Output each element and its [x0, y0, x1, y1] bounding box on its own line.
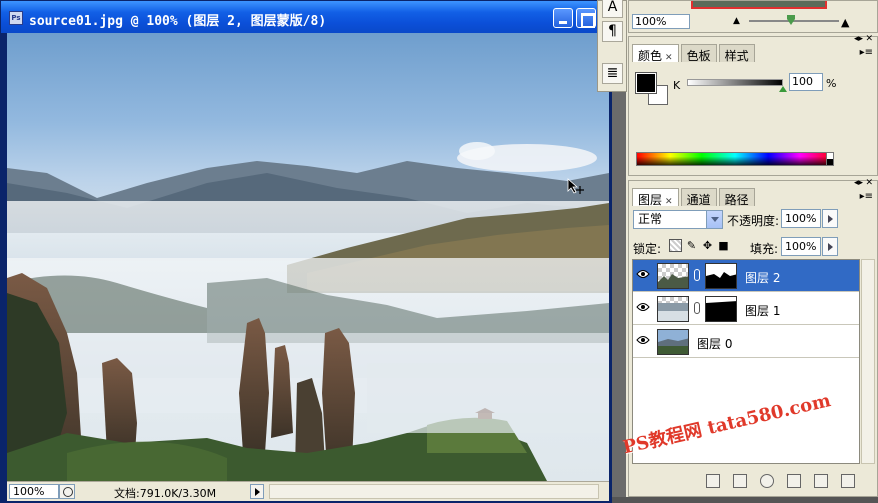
character-panel-button[interactable]: A — [602, 0, 623, 18]
maximize-button[interactable] — [576, 8, 596, 28]
horizontal-scrollbar[interactable] — [269, 484, 599, 499]
landscape-image — [7, 142, 609, 481]
document-titlebar[interactable]: Ps source01.jpg @ 100% (图层 2, 图层蒙版/8) — [1, 1, 611, 33]
opacity-field[interactable]: 100% — [781, 209, 821, 228]
navigator-thumbnail[interactable] — [691, 1, 827, 9]
zoom-field[interactable]: 100% — [9, 484, 59, 499]
lock-position-move-icon[interactable]: ✥ — [701, 239, 714, 252]
move-cursor-icon — [567, 178, 584, 194]
collapse-icon[interactable]: ◂▸ — [854, 178, 863, 188]
photoshop-doc-icon: Ps — [9, 11, 23, 25]
black-white-swatch[interactable] — [826, 152, 834, 166]
navigator-panel: 100% ▲ ▲ — [628, 0, 878, 33]
panel-menu-icon[interactable]: ▸≡ — [860, 47, 873, 58]
tab-styles[interactable]: 样式 — [718, 44, 755, 63]
tab-close-icon[interactable]: ✕ — [665, 53, 673, 63]
layer-name: 图层 1 — [745, 304, 781, 318]
layer-thumbnail[interactable] — [657, 296, 689, 322]
zoom-in-icon[interactable]: ▲ — [841, 16, 849, 29]
lock-transparency-icon[interactable] — [669, 239, 682, 252]
new-group-icon[interactable] — [787, 474, 801, 488]
adjustment-layer-icon[interactable] — [760, 474, 774, 488]
layers-footer-toolbar — [632, 470, 872, 494]
tab-swatches[interactable]: 色板 — [680, 44, 717, 63]
add-layer-mask-icon[interactable] — [733, 474, 747, 488]
status-menu-arrow-icon[interactable] — [250, 484, 264, 499]
close-icon[interactable]: ✕ — [865, 34, 873, 44]
tab-layers[interactable]: 图层 ✕ — [632, 188, 679, 207]
lock-all-icon[interactable]: ■ — [717, 239, 730, 252]
fill-field[interactable]: 100% — [781, 237, 821, 256]
visibility-eye-icon[interactable] — [636, 302, 650, 312]
status-options-icon[interactable] — [59, 484, 75, 499]
image-canvas[interactable] — [7, 33, 609, 481]
channel-slider[interactable] — [687, 79, 783, 86]
layer-thumbnail[interactable] — [657, 263, 689, 289]
tab-channels[interactable]: 通道 — [680, 188, 717, 207]
document-statusbar: 100% 文档:791.0K/3.30M — [7, 481, 609, 501]
layer-mask-thumbnail[interactable] — [705, 296, 737, 322]
layers-vertical-scrollbar[interactable] — [861, 259, 875, 464]
minimize-button[interactable] — [553, 8, 573, 28]
color-panel-tabs: 颜色 ✕ 色板 样式 — [632, 44, 757, 63]
opacity-label: 不透明度: — [727, 214, 780, 228]
panel-menu-icon[interactable]: ▸≡ — [860, 191, 873, 202]
mask-link-icon[interactable] — [694, 269, 700, 281]
tab-color[interactable]: 颜色 ✕ — [632, 44, 679, 63]
channel-unit: % — [826, 77, 837, 90]
fill-label: 填充: — [750, 242, 779, 256]
visibility-eye-icon[interactable] — [636, 335, 650, 345]
layer-comps-button[interactable]: ≣ — [602, 63, 623, 84]
layer-row[interactable]: 图层 0 — [633, 326, 859, 358]
new-layer-icon[interactable] — [814, 474, 828, 488]
channel-label: K — [673, 79, 681, 92]
mask-link-icon[interactable] — [694, 302, 700, 314]
layer-thumbnail[interactable] — [657, 329, 689, 355]
tab-close-icon[interactable]: ✕ — [665, 197, 673, 207]
close-icon[interactable]: ✕ — [865, 178, 873, 188]
mini-toolbar: A ¶ ≣ — [597, 0, 627, 92]
opacity-slider-arrow-icon[interactable] — [822, 209, 838, 228]
blend-mode-value: 正常 — [638, 212, 663, 226]
navigator-zoom-knob[interactable] — [787, 15, 795, 25]
paragraph-panel-button[interactable]: ¶ — [602, 21, 623, 42]
chevron-down-icon[interactable] — [706, 211, 722, 228]
layer-name: 图层 2 — [745, 271, 781, 285]
channel-value-field[interactable]: 100 — [789, 73, 823, 91]
color-spectrum[interactable] — [636, 152, 834, 166]
layers-panel-tabs: 图层 ✕ 通道 路径 — [632, 188, 757, 207]
zoom-out-icon[interactable]: ▲ — [733, 16, 740, 26]
layer-mask-thumbnail[interactable] — [705, 263, 737, 289]
foreground-color-swatch[interactable] — [635, 72, 657, 94]
delete-layer-icon[interactable] — [841, 474, 855, 488]
tab-paths[interactable]: 路径 — [718, 188, 755, 207]
layer-row[interactable]: 图层 1 — [633, 293, 859, 325]
visibility-eye-icon[interactable] — [636, 269, 650, 279]
link-layers-icon[interactable] — [706, 474, 720, 488]
document-window: Ps source01.jpg @ 100% (图层 2, 图层蒙版/8) 10… — [0, 0, 612, 503]
workspace-bottom — [612, 497, 878, 503]
layer-row[interactable]: 图层 2 — [633, 260, 859, 292]
lock-label: 锁定: — [633, 242, 662, 256]
document-title: source01.jpg @ 100% (图层 2, 图层蒙版/8) — [29, 14, 327, 29]
document-info: 文档:791.0K/3.30M — [114, 487, 217, 500]
color-panel: ◂▸ ✕ 颜色 ✕ 色板 样式 ▸≡ K 100 % — [628, 34, 878, 176]
channel-slider-knob[interactable] — [779, 86, 787, 92]
blend-mode-select[interactable]: 正常 — [633, 210, 723, 229]
collapse-icon[interactable]: ◂▸ — [854, 34, 863, 44]
lock-image-brush-icon[interactable]: ✎ — [685, 239, 698, 252]
layer-name: 图层 0 — [697, 337, 733, 351]
fill-slider-arrow-icon[interactable] — [822, 237, 838, 256]
navigator-zoom-field[interactable]: 100% — [632, 14, 690, 29]
